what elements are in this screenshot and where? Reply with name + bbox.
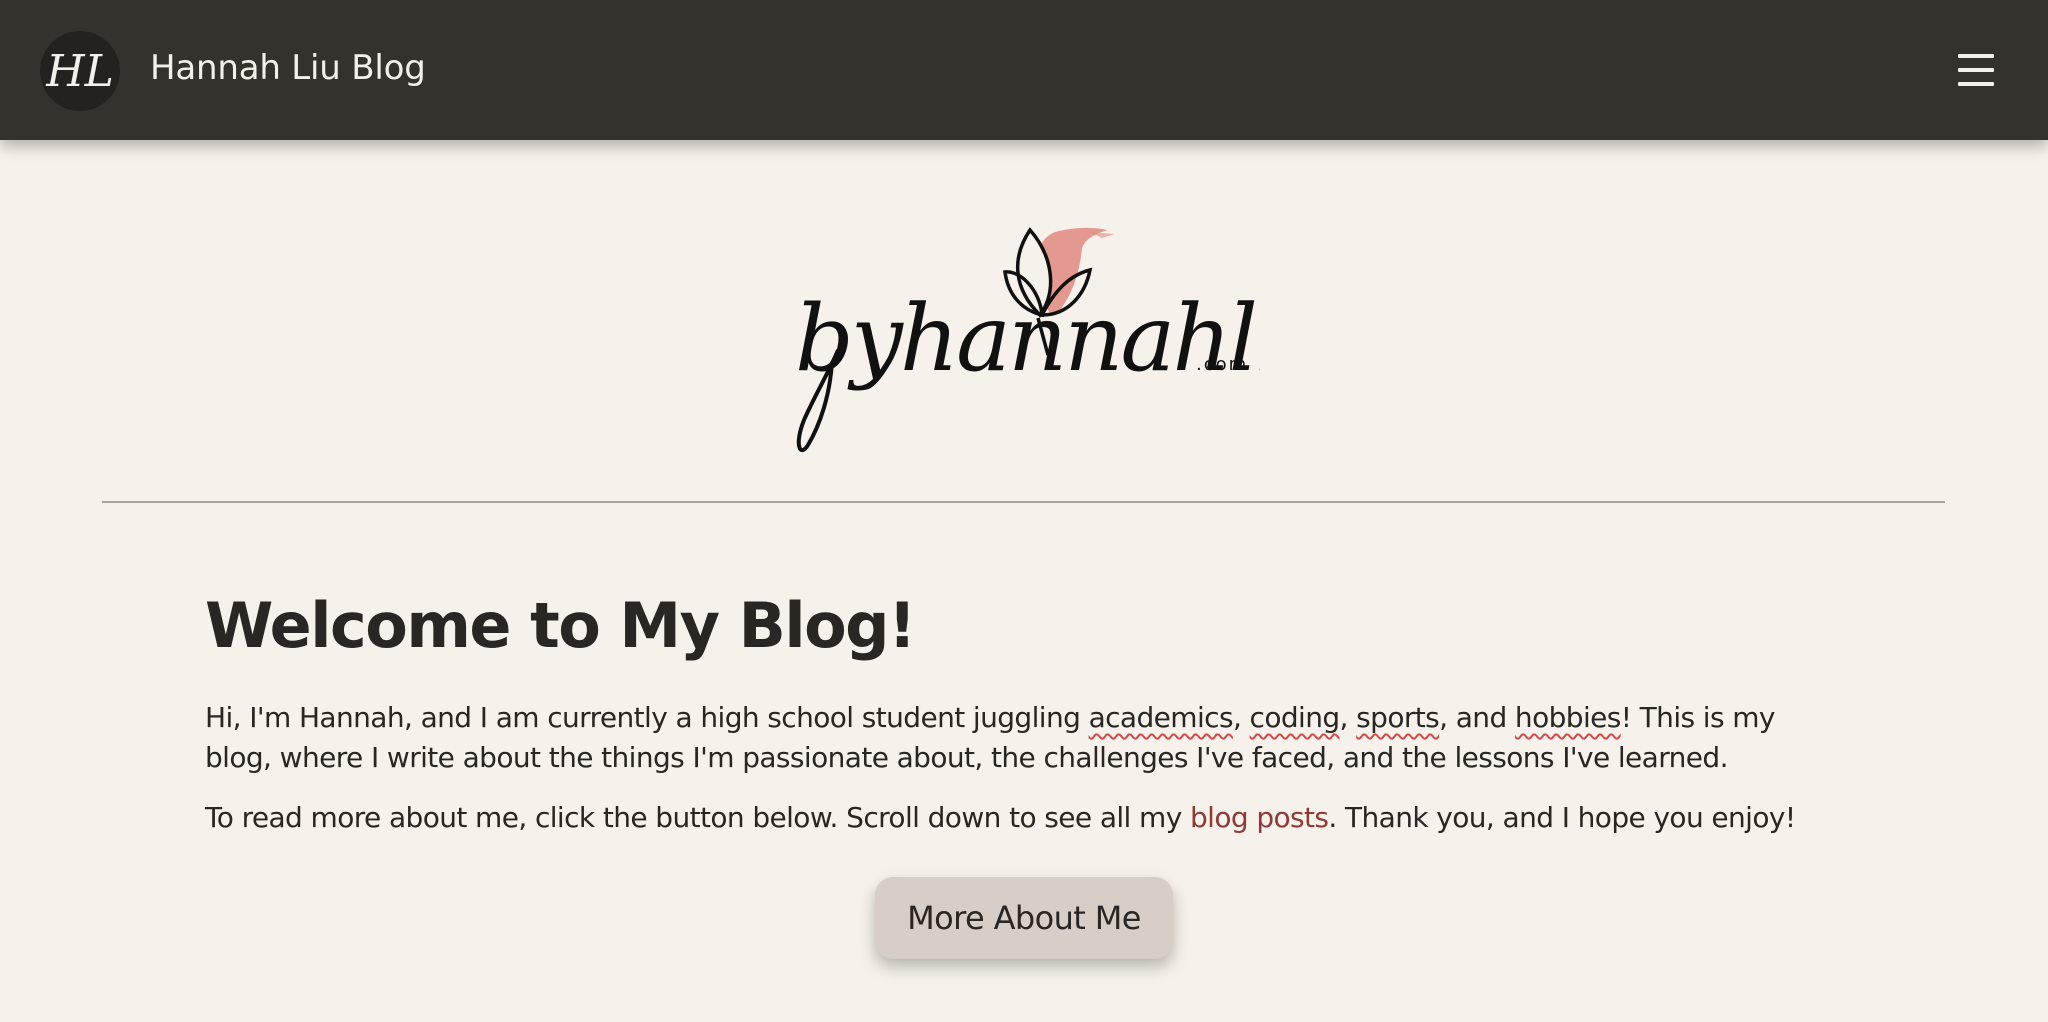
- spellcheck-word: academics: [1088, 701, 1234, 734]
- cta-text: To read more about me, click the button …: [205, 801, 1190, 834]
- byhannahliu-logo: byhannahliu .com: [790, 220, 1341, 460]
- more-about-me-button[interactable]: More About Me: [875, 877, 1173, 959]
- cta-text: . Thank you, and I hope you enjoy!: [1328, 801, 1796, 834]
- hamburger-menu-icon[interactable]: [1958, 52, 1994, 88]
- intro-line-2: blog, where I write about the things I'm…: [205, 741, 1729, 774]
- spellcheck-word: hobbies: [1514, 701, 1621, 734]
- logo-wordmark: byhannahliu: [795, 285, 1260, 392]
- top-navbar: HL Hannah Liu Blog: [0, 0, 2048, 140]
- intro-text: , and: [1439, 701, 1515, 734]
- intro-line-1: Hi, I'm Hannah, and I am currently a hig…: [205, 698, 1845, 738]
- site-title[interactable]: Hannah Liu Blog: [150, 48, 426, 88]
- page-heading: Welcome to My Blog!: [205, 589, 916, 662]
- logo-suffix: .com: [1196, 354, 1248, 375]
- intro-paragraph: Hi, I'm Hannah, and I am currently a hig…: [205, 698, 1845, 778]
- byhannahliu-logo-image: byhannahliu .com: [795, 227, 1341, 453]
- intro-text: ,: [1232, 701, 1250, 734]
- spellcheck-word: coding: [1249, 701, 1341, 734]
- intro-text: ! This is my: [1620, 701, 1776, 734]
- section-divider: [102, 501, 1945, 503]
- intro-text: ,: [1339, 701, 1357, 734]
- site-logo-icon[interactable]: HL: [40, 31, 120, 111]
- blog-posts-link[interactable]: blog posts: [1190, 801, 1329, 834]
- cta-paragraph: To read more about me, click the button …: [205, 798, 1845, 838]
- logo-monogram-text: HL: [45, 46, 114, 97]
- spellcheck-word: sports: [1356, 701, 1440, 734]
- intro-text: Hi, I'm Hannah, and I am currently a hig…: [205, 701, 1089, 734]
- hl-monogram-icon: HL: [45, 46, 114, 97]
